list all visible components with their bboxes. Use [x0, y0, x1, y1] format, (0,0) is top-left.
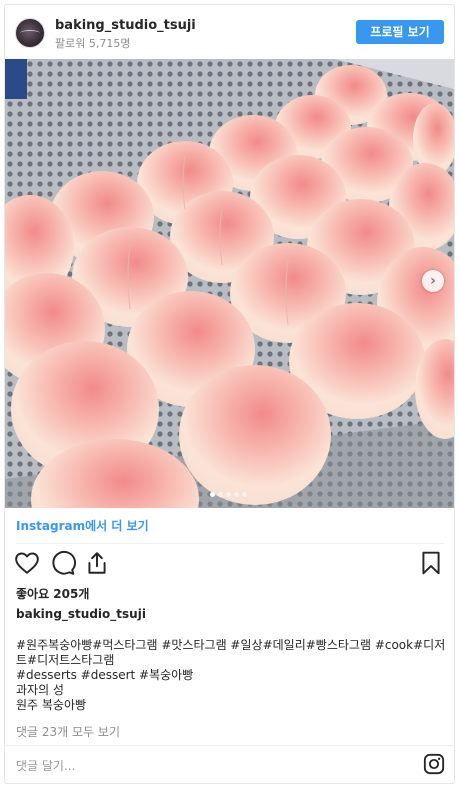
post-photo[interactable]: ›	[5, 59, 454, 508]
carousel-dot	[242, 492, 247, 497]
avatar[interactable]	[15, 18, 45, 48]
follower-count: 팔로워 5,715명	[55, 37, 131, 50]
chevron-right-icon[interactable]: ›	[422, 270, 444, 292]
carousel-dot	[226, 492, 231, 497]
like-count[interactable]: 좋아요 205개	[16, 585, 89, 602]
divider	[5, 745, 454, 746]
add-comment-field[interactable]: 댓글 달기...	[16, 757, 75, 774]
carousel-dots	[210, 492, 247, 498]
carousel-dot	[234, 492, 239, 497]
post-header: baking_studio_tsuji 팔로워 5,715명 프로필 보기	[5, 5, 454, 59]
carousel-dot	[210, 492, 215, 497]
instagram-icon[interactable]	[423, 753, 445, 775]
view-more-link[interactable]: Instagram에서 더 보기	[16, 517, 149, 534]
bookmark-icon[interactable]	[418, 550, 444, 576]
post-caption: #원주복숭아빵#먹스타그램 #맛스타그램 #일상#데일리#빵스타그램 #cook…	[16, 638, 446, 713]
caption-text: 원주 복숭아빵	[16, 698, 87, 712]
action-bar	[14, 550, 444, 578]
divider	[16, 543, 444, 544]
view-all-comments-link[interactable]: 댓글 23개 모두 보기	[16, 723, 120, 740]
view-profile-button[interactable]: 프로필 보기	[356, 20, 444, 44]
caption-username[interactable]: baking_studio_tsuji	[16, 607, 146, 621]
peach-buns-image	[5, 59, 454, 508]
hashtags[interactable]: #원주복숭아빵#먹스타그램 #맛스타그램 #일상#데일리#빵스타그램 #cook…	[16, 638, 446, 668]
carousel-dot	[218, 492, 223, 497]
heart-icon[interactable]	[14, 550, 40, 576]
instagram-embed-card: baking_studio_tsuji 팔로워 5,715명 프로필 보기 › …	[4, 4, 455, 784]
comment-icon[interactable]	[50, 550, 76, 576]
share-icon[interactable]	[84, 550, 110, 576]
caption-text: 과자의 성	[16, 683, 64, 697]
username[interactable]: baking_studio_tsuji	[55, 18, 196, 33]
hashtags[interactable]: #desserts #dessert #복숭아빵	[16, 668, 446, 683]
